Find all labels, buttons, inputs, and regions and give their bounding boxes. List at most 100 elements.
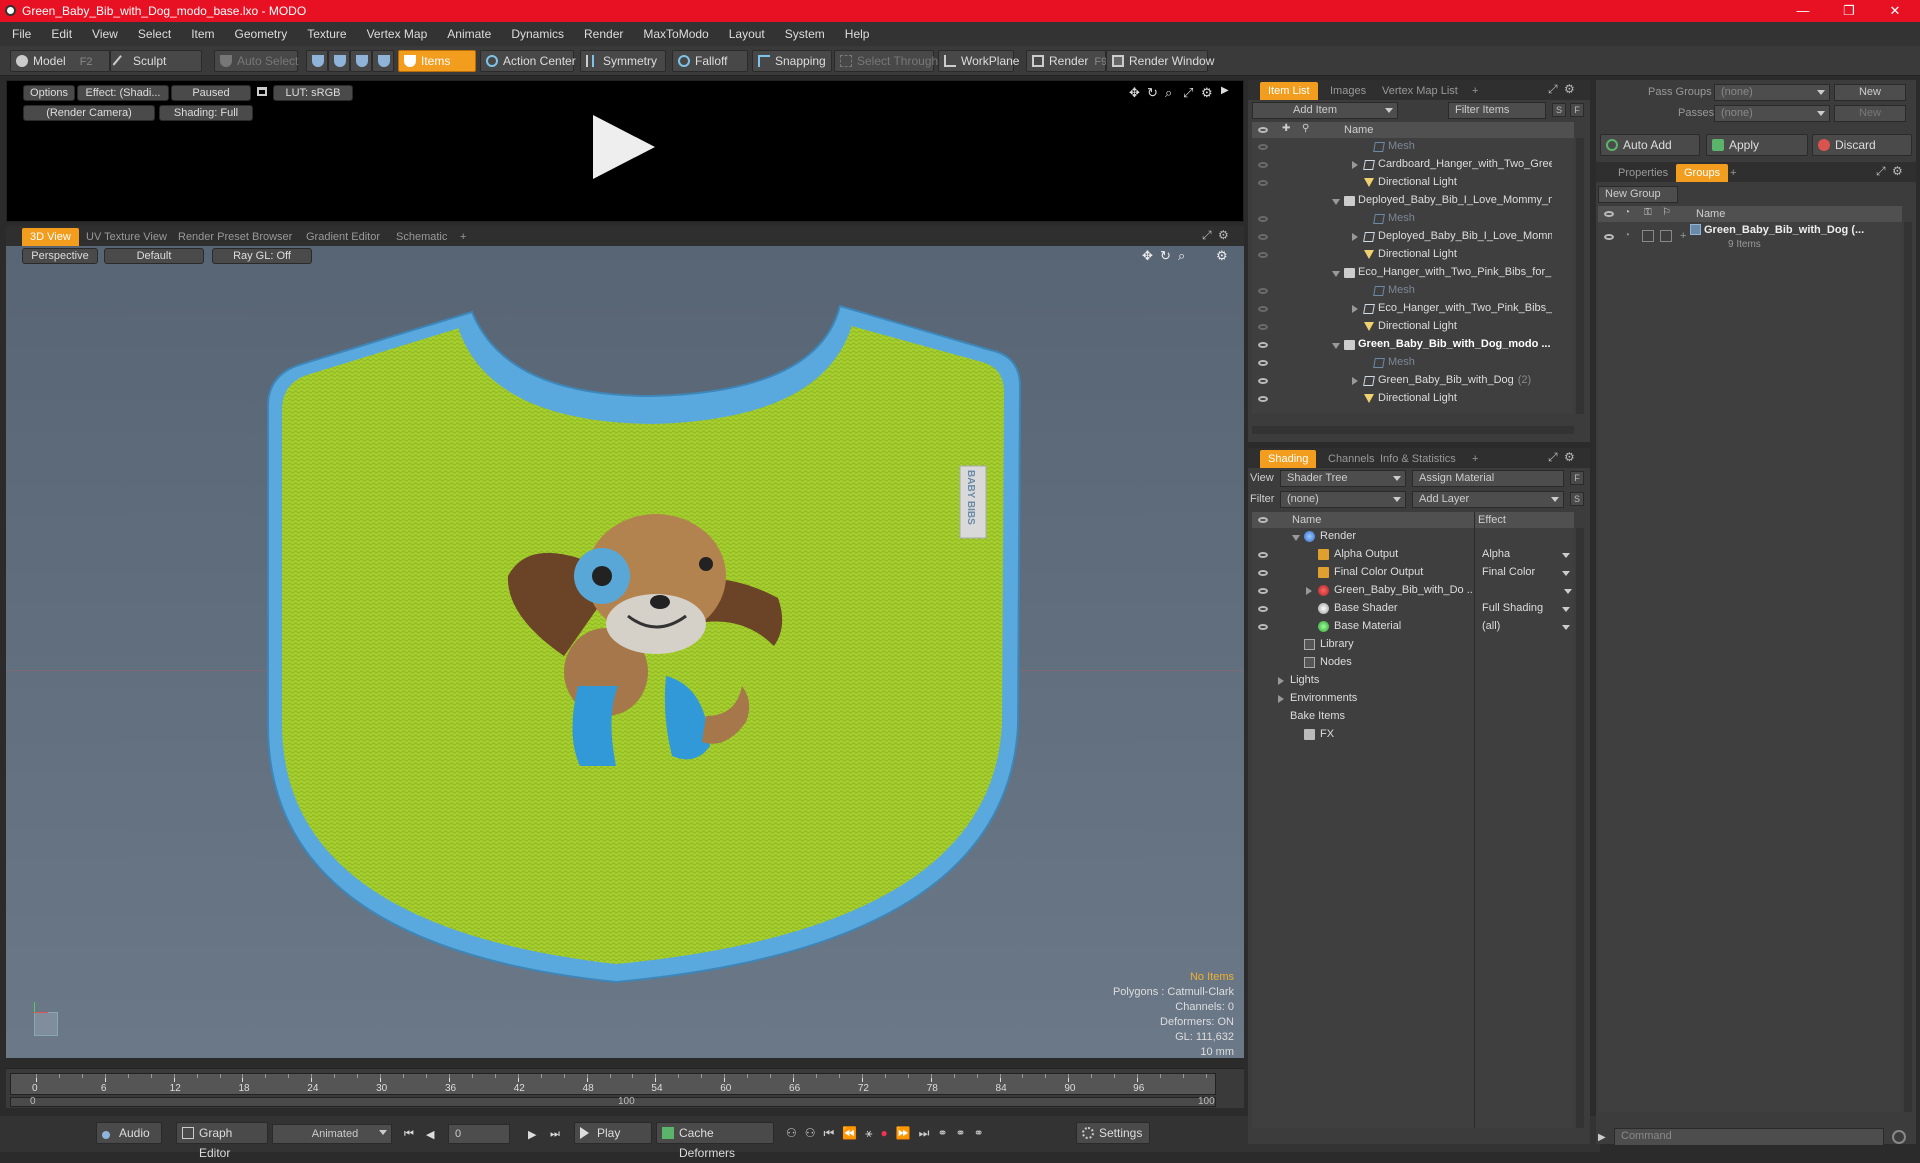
action-center-button[interactable]: Action Center <box>480 50 576 72</box>
item-list-expand-icon[interactable]: ⤢ <box>1548 82 1558 97</box>
group-expand-icon[interactable]: + <box>1680 230 1686 242</box>
chevron-down-icon[interactable] <box>1332 271 1340 277</box>
chevron-right-icon[interactable] <box>1352 377 1358 385</box>
groups-scrollbar[interactable] <box>1904 222 1912 1112</box>
minimize-button[interactable]: — <box>1780 0 1826 22</box>
shading-f-button[interactable]: F <box>1570 471 1584 485</box>
menu-layout[interactable]: Layout <box>719 22 775 46</box>
assign-material-button[interactable]: Assign Material <box>1412 470 1564 487</box>
chevron-right-icon[interactable] <box>1352 161 1358 169</box>
items-mode-button[interactable]: Items <box>398 50 476 72</box>
preview-move-icon[interactable]: ✥ <box>1129 85 1140 101</box>
apply-button[interactable]: Apply <box>1706 134 1808 156</box>
tab-shading[interactable]: Shading <box>1260 450 1317 468</box>
item-row[interactable]: Mesh <box>1252 210 1574 228</box>
filter-s-button[interactable]: S <box>1552 103 1566 117</box>
shader-row[interactable]: Base Material (all) <box>1252 618 1574 636</box>
groups-expand-icon[interactable]: ⤢ <box>1876 164 1886 179</box>
settings-button[interactable]: Settings <box>1076 1122 1150 1144</box>
group-row[interactable]: ◔ + Green_Baby_Bib_with_Dog (... 9 Items <box>1598 222 1902 256</box>
preview-options-button[interactable]: Options <box>23 85 75 101</box>
menu-help[interactable]: Help <box>835 22 880 46</box>
visibility-eye-icon[interactable] <box>1258 624 1268 630</box>
timeline-range-bar[interactable] <box>10 1097 1216 1107</box>
tab-uv-texture-view[interactable]: UV Texture View <box>78 228 175 246</box>
timeline[interactable]: 0 6 12 18 24 30 36 42 48 54 60 66 72 78 84 90 96 0 100 1… <box>6 1068 1244 1108</box>
maximize-button[interactable]: ❐ <box>1826 0 1872 22</box>
visibility-eye-icon[interactable] <box>1258 144 1268 150</box>
group-lock-checkbox[interactable] <box>1642 230 1654 242</box>
menu-select[interactable]: Select <box>128 22 181 46</box>
tab-properties[interactable]: Properties <box>1610 164 1676 182</box>
item-row[interactable]: Directional Light <box>1252 246 1574 264</box>
visibility-eye-icon[interactable] <box>1258 306 1268 312</box>
chevron-down-icon[interactable] <box>1564 589 1572 594</box>
item-list-hscroll[interactable] <box>1252 426 1574 434</box>
chevron-down-icon[interactable] <box>1332 199 1340 205</box>
render-button[interactable]: Render F9 <box>1026 50 1107 72</box>
chevron-right-icon[interactable] <box>1352 233 1358 241</box>
shading-expand-icon[interactable]: ⤢ <box>1548 450 1558 465</box>
shader-row[interactable]: Base Shader Full Shading <box>1252 600 1574 618</box>
visibility-eye-icon[interactable] <box>1258 162 1268 168</box>
shading-settings-icon[interactable]: ⚙ <box>1564 450 1575 464</box>
tab-images[interactable]: Images <box>1322 82 1374 100</box>
symmetry-button[interactable]: Symmetry <box>580 50 666 72</box>
item-row[interactable]: Eco_Hanger_with_Two_Pink_Bibs_for ... <box>1252 300 1574 318</box>
preview-lut-dropdown[interactable]: LUT: sRGB <box>273 85 353 101</box>
item-row[interactable]: Green_Baby_Bib_with_Dog (2) <box>1252 372 1574 390</box>
item-row[interactable]: Mesh <box>1252 354 1574 372</box>
shader-effect-dropdown[interactable]: Full Shading <box>1478 602 1574 614</box>
group-visibility-icon[interactable] <box>1604 234 1614 240</box>
group-select-checkbox[interactable] <box>1660 230 1672 242</box>
auto-add-button[interactable]: Auto Add <box>1600 134 1700 156</box>
audio-button[interactable]: Audio <box>96 1122 162 1144</box>
preview-effect-dropdown[interactable]: Effect: (Shadi... <box>77 85 169 101</box>
chevron-right-icon[interactable] <box>1278 695 1284 703</box>
chevron-down-icon[interactable] <box>1332 343 1340 349</box>
menu-geometry[interactable]: Geometry <box>225 22 298 46</box>
menu-item[interactable]: Item <box>181 22 224 46</box>
polygons-mode-button[interactable] <box>350 50 372 72</box>
shader-effect-dropdown[interactable]: (all) <box>1478 620 1574 632</box>
add-panel-tab-icon[interactable]: + <box>1464 82 1486 100</box>
shader-row[interactable]: Bake Items <box>1252 708 1574 726</box>
shader-tree-dropdown[interactable]: Shader Tree <box>1280 470 1406 487</box>
command-expand-icon[interactable]: ▶ <box>1598 1132 1606 1143</box>
key-tools-icons[interactable]: ⚇⚇⏮⏪⚹●⏩⏭⚭⚭⚭ <box>786 1126 992 1141</box>
visibility-eye-icon[interactable] <box>1258 396 1268 402</box>
cache-deformers-button[interactable]: Cache Deformers <box>656 1122 774 1160</box>
item-row[interactable]: Directional Light <box>1252 174 1574 192</box>
add-item-dropdown[interactable]: Add Item <box>1252 102 1398 119</box>
snapping-button[interactable]: Snapping <box>752 50 832 72</box>
item-row[interactable]: Deployed_Baby_Bib_I_Love_Mommy_m ... <box>1252 192 1574 210</box>
menu-animate[interactable]: Animate <box>437 22 501 46</box>
graph-editor-button[interactable]: Graph Editor <box>176 1122 268 1160</box>
chevron-right-icon[interactable] <box>1352 305 1358 313</box>
shader-effect-dropdown[interactable]: Alpha <box>1478 548 1574 560</box>
add-tab-icon[interactable]: + <box>452 228 474 246</box>
visibility-eye-icon[interactable] <box>1258 606 1268 612</box>
menu-system[interactable]: System <box>775 22 835 46</box>
item-row[interactable]: Green_Baby_Bib_with_Dog_modo ... <box>1252 336 1574 354</box>
baby-bib-model[interactable]: BABY BIBS <box>6 246 1244 1058</box>
shading-s-button[interactable]: S <box>1570 492 1584 506</box>
model-mode-button[interactable]: Model F2 <box>10 50 110 72</box>
shader-row[interactable]: Render <box>1252 528 1574 546</box>
item-name-column[interactable]: Name <box>1344 124 1373 136</box>
select-through-button[interactable]: Select Through <box>834 50 938 72</box>
shading-scrollbar[interactable] <box>1576 528 1584 1128</box>
groups-settings-icon[interactable]: ⚙ <box>1892 164 1903 178</box>
shader-row[interactable]: Library <box>1252 636 1574 654</box>
passes-dropdown[interactable]: (none) <box>1714 105 1830 122</box>
preview-zoom-icon[interactable]: ⌕ <box>1165 85 1172 101</box>
visibility-eye-icon[interactable] <box>1258 216 1268 222</box>
timeline-ruler[interactable] <box>10 1073 1216 1095</box>
filter-items-input[interactable]: Filter Items <box>1448 102 1546 119</box>
frame-input[interactable]: 0 <box>448 1124 510 1144</box>
command-input[interactable]: Command <box>1614 1128 1884 1146</box>
preview-expand-icon[interactable]: ⤢ <box>1183 85 1193 101</box>
shader-row[interactable]: Environments <box>1252 690 1574 708</box>
groups-name-column[interactable]: Name <box>1696 208 1725 220</box>
item-row[interactable]: Mesh <box>1252 282 1574 300</box>
